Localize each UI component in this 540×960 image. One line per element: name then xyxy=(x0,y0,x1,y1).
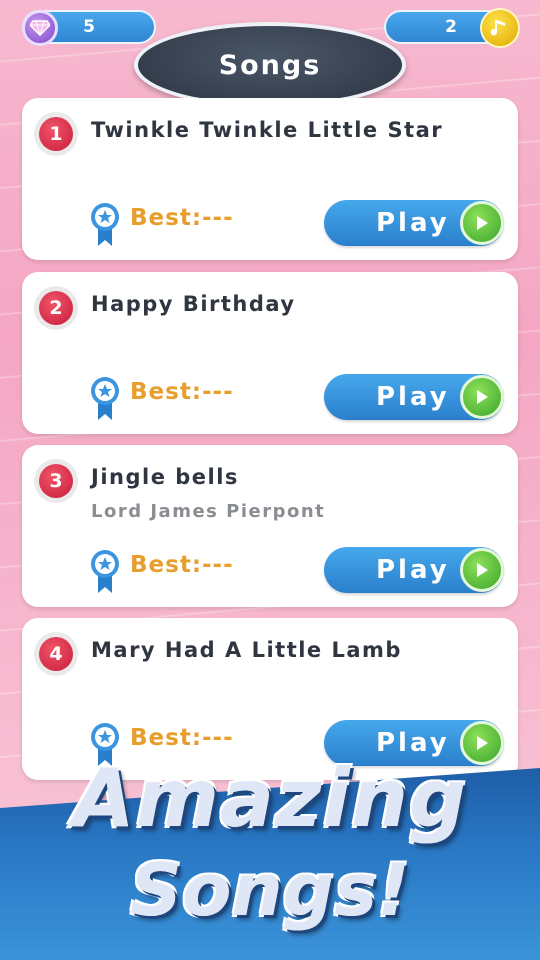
promo-subheadline: Songs! xyxy=(130,848,410,932)
medal-icon xyxy=(91,377,119,420)
song-title: Jingle bells xyxy=(91,465,239,489)
music-note-icon xyxy=(480,8,520,48)
song-card-2: 2 Happy Birthday Best:--- Play xyxy=(22,272,518,434)
song-title: Happy Birthday xyxy=(91,292,296,316)
play-triangle-icon xyxy=(460,548,504,592)
promo-headline: Amazing xyxy=(72,752,468,845)
play-button-label: Play xyxy=(376,382,450,412)
play-triangle-icon xyxy=(460,375,504,419)
play-button-label: Play xyxy=(376,208,450,238)
song-number: 2 xyxy=(39,291,73,325)
play-button[interactable]: Play xyxy=(324,200,504,246)
song-number-badge: 1 xyxy=(34,112,78,156)
song-title: Twinkle Twinkle Little Star xyxy=(91,118,444,142)
best-score: Best:--- xyxy=(130,552,234,578)
best-score: Best:--- xyxy=(130,725,234,751)
best-score: Best:--- xyxy=(130,379,234,405)
page-title-text: Songs xyxy=(218,49,322,81)
play-button[interactable]: Play xyxy=(324,374,504,420)
gem-icon xyxy=(22,10,58,46)
page-title: Songs xyxy=(134,22,406,108)
song-number: 1 xyxy=(39,117,73,151)
play-triangle-icon xyxy=(460,201,504,245)
song-title: Mary Had A Little Lamb xyxy=(91,638,402,662)
song-number: 3 xyxy=(39,464,73,498)
song-card-3: 3 Jingle bells Lord James Pierpont Best:… xyxy=(22,445,518,607)
medal-icon xyxy=(91,203,119,246)
play-button[interactable]: Play xyxy=(324,547,504,593)
gems-count: 5 xyxy=(83,17,95,37)
song-card-1: 1 Twinkle Twinkle Little Star Best:--- P… xyxy=(22,98,518,260)
song-number: 4 xyxy=(39,637,73,671)
best-score: Best:--- xyxy=(130,205,234,231)
song-number-badge: 2 xyxy=(34,286,78,330)
medal-icon xyxy=(91,550,119,593)
notes-count: 2 xyxy=(445,17,457,37)
play-button-label: Play xyxy=(376,555,450,585)
notes-counter[interactable]: 2 xyxy=(384,8,520,48)
song-composer: Lord James Pierpont xyxy=(91,501,326,522)
song-number-badge: 4 xyxy=(34,632,78,676)
song-number-badge: 3 xyxy=(34,459,78,503)
gems-counter[interactable]: 5 xyxy=(22,10,156,46)
